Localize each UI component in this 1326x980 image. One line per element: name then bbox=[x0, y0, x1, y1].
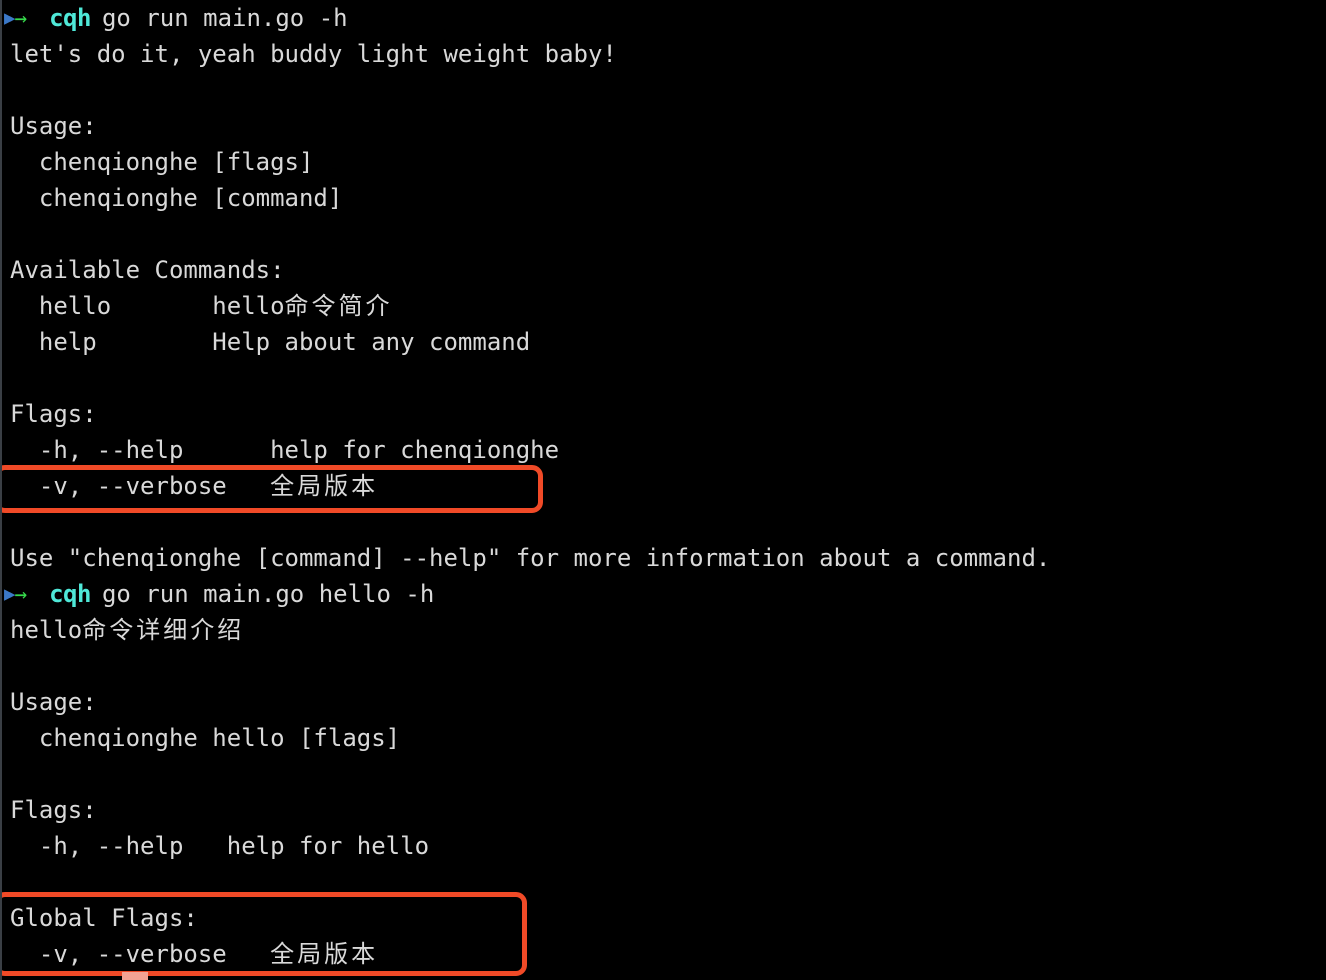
usage-line-1-0: chenqionghe [flags] bbox=[10, 148, 314, 176]
prompt-arrow-icon: → bbox=[14, 582, 28, 606]
cursor-marker bbox=[122, 972, 148, 980]
output-footer-1: Use "chenqionghe [command] --help" for m… bbox=[10, 544, 1051, 572]
usage-line-2-0: chenqionghe hello [flags] bbox=[10, 724, 401, 752]
available-command-help: help Help about any command bbox=[10, 328, 531, 356]
command-text-2: go run main.go hello -h bbox=[101, 580, 435, 608]
pane-divider bbox=[0, 0, 2, 980]
global-flag-verbose: -v, --verbose 全局版本 bbox=[10, 940, 379, 968]
flag-help-1: -h, --help help for chenqionghe bbox=[10, 436, 560, 464]
prompt-line-1: ▶ → cqh go run main.go -h bbox=[4, 0, 348, 36]
flags-header-1: Flags: bbox=[10, 400, 97, 428]
available-command-hello: hello hello命令简介 bbox=[10, 292, 393, 320]
prompt-line-2: ▶ → cqh go run main.go hello -h bbox=[4, 576, 434, 612]
usage-line-1-1: chenqionghe [command] bbox=[10, 184, 343, 212]
prompt-arrow-icon: → bbox=[14, 6, 28, 30]
cjk-text: 命令简介 bbox=[284, 292, 393, 320]
terminal-window[interactable]: ▶ → cqh go run main.go -h let's do it, y… bbox=[0, 0, 1326, 980]
cjk-text: 命令详细介绍 bbox=[82, 616, 245, 644]
flag-help-2: -h, --help help for hello bbox=[10, 832, 430, 860]
output-banner-2: hello命令详细介绍 bbox=[10, 616, 245, 644]
output-banner-1: let's do it, yeah buddy light weight bab… bbox=[10, 40, 617, 68]
command-text-1: go run main.go -h bbox=[101, 4, 348, 32]
flags-header-2: Flags: bbox=[10, 796, 97, 824]
prompt-user-label: cqh bbox=[49, 4, 91, 32]
available-commands-header: Available Commands: bbox=[10, 256, 285, 284]
usage-header-1: Usage: bbox=[10, 112, 97, 140]
prompt-user-label: cqh bbox=[49, 580, 91, 608]
cjk-text: 全局版本 bbox=[270, 940, 379, 968]
usage-header-2: Usage: bbox=[10, 688, 97, 716]
flag-verbose-1: -v, --verbose 全局版本 bbox=[10, 472, 379, 500]
global-flags-header: Global Flags: bbox=[10, 904, 198, 932]
cjk-text: 全局版本 bbox=[270, 472, 379, 500]
